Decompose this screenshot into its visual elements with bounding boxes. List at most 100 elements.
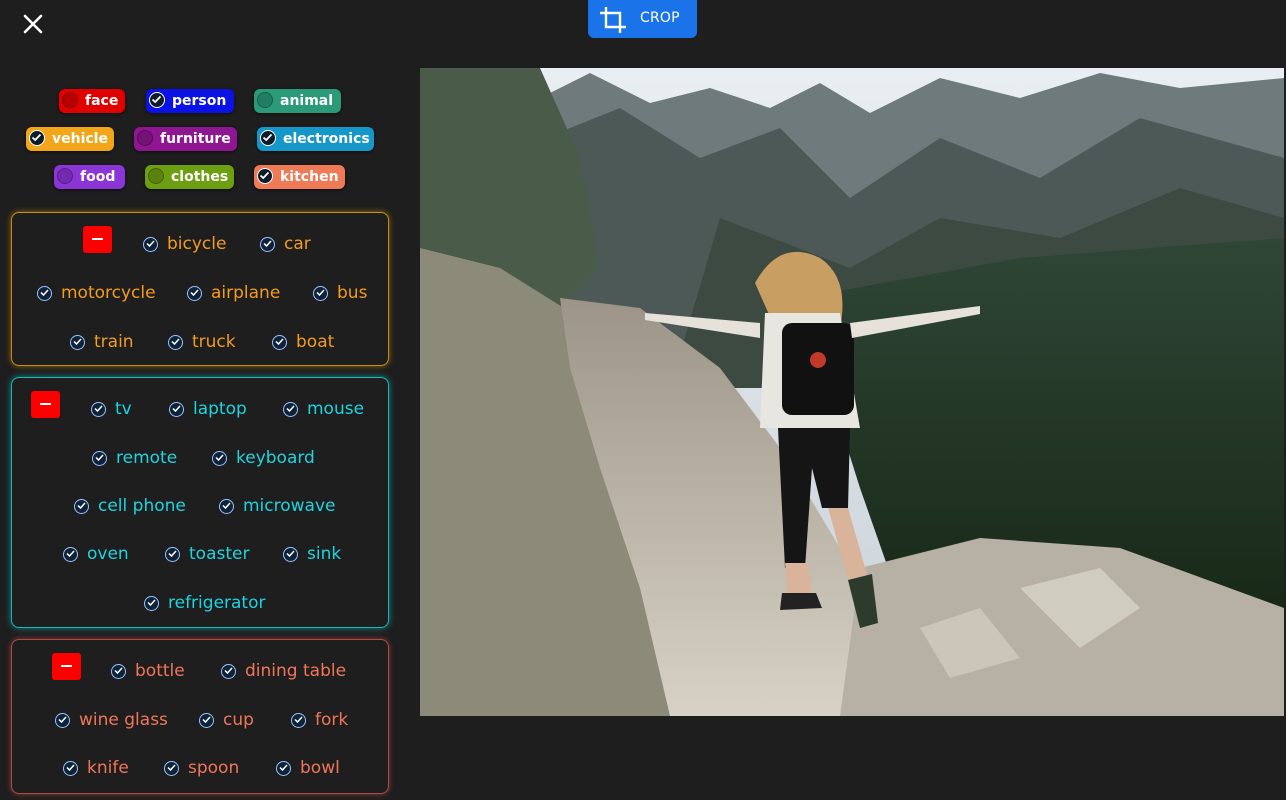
item-label: spoon <box>188 758 240 778</box>
check-icon <box>164 760 179 776</box>
item-label: car <box>284 234 311 254</box>
chip-label: clothes <box>171 169 229 185</box>
photo-preview[interactable] <box>420 68 1284 716</box>
check-icon <box>276 760 291 776</box>
chip-electronics[interactable]: electronics <box>257 127 374 151</box>
remove-kitchen-group-button[interactable] <box>52 653 81 680</box>
check-icon <box>168 334 183 350</box>
item-mouse[interactable]: mouse <box>283 399 364 419</box>
chip-dot <box>62 92 78 108</box>
item-label: microwave <box>243 496 336 516</box>
check-icon <box>91 401 106 417</box>
check-icon <box>260 130 276 146</box>
item-toaster[interactable]: toaster <box>165 544 249 564</box>
item-bus[interactable]: bus <box>313 283 367 303</box>
chip-furniture[interactable]: furniture <box>134 127 237 151</box>
check-icon <box>283 401 298 417</box>
item-label: keyboard <box>236 448 315 468</box>
item-truck[interactable]: truck <box>168 332 236 352</box>
item-laptop[interactable]: laptop <box>169 399 247 419</box>
item-label: toaster <box>189 544 250 564</box>
chip-vehicle[interactable]: vehicle <box>26 127 114 151</box>
item-bowl[interactable]: bowl <box>276 758 340 778</box>
check-icon <box>283 546 298 562</box>
check-icon <box>149 92 165 108</box>
remove-electronics-group-button[interactable] <box>31 391 60 418</box>
remove-vehicle-group-button[interactable] <box>83 226 112 253</box>
item-label: refrigerator <box>168 593 266 613</box>
item-fork[interactable]: fork <box>291 710 348 730</box>
item-bottle[interactable]: bottle <box>111 661 185 681</box>
chip-dot <box>148 168 164 184</box>
check-icon <box>74 498 89 514</box>
item-boat[interactable]: boat <box>272 332 334 352</box>
item-bicycle[interactable]: bicycle <box>143 234 226 254</box>
item-wine-glass[interactable]: wine glass <box>55 710 168 730</box>
item-label: truck <box>192 332 236 352</box>
chip-clothes[interactable]: clothes <box>145 165 234 189</box>
item-label: dining table <box>245 661 347 681</box>
check-icon <box>29 130 45 146</box>
item-label: boat <box>296 332 335 352</box>
item-cup[interactable]: cup <box>199 710 254 730</box>
item-label: train <box>94 332 134 352</box>
crop-button[interactable]: CROP <box>588 0 697 38</box>
item-label: bus <box>337 283 368 303</box>
item-spoon[interactable]: spoon <box>164 758 239 778</box>
electronics-group-panel: tv laptop mouse remote keyboard cell pho… <box>11 377 389 628</box>
check-icon <box>143 236 158 252</box>
crop-icon <box>600 7 626 33</box>
item-airplane[interactable]: airplane <box>187 283 280 303</box>
chip-person[interactable]: person <box>146 89 234 113</box>
check-icon <box>70 334 85 350</box>
chip-dot <box>137 130 153 146</box>
app-root: CROP face person animal vehicle furnitur… <box>0 0 1286 800</box>
chip-label: face <box>85 93 119 109</box>
item-oven[interactable]: oven <box>63 544 129 564</box>
item-sink[interactable]: sink <box>283 544 341 564</box>
item-knife[interactable]: knife <box>63 758 129 778</box>
check-icon <box>257 168 273 184</box>
check-icon <box>144 595 159 611</box>
chip-food[interactable]: food <box>54 165 125 189</box>
item-label: mouse <box>307 399 365 419</box>
item-tv[interactable]: tv <box>91 399 132 419</box>
chip-label: electronics <box>283 131 370 147</box>
chip-dot <box>257 92 273 108</box>
item-label: oven <box>87 544 129 564</box>
item-motorcycle[interactable]: motorcycle <box>37 283 156 303</box>
item-cell-phone[interactable]: cell phone <box>74 496 186 516</box>
item-train[interactable]: train <box>70 332 134 352</box>
item-microwave[interactable]: microwave <box>219 496 336 516</box>
check-icon <box>187 285 202 301</box>
chip-label: furniture <box>160 131 231 147</box>
chip-face[interactable]: face <box>59 89 125 113</box>
item-dining-table[interactable]: dining table <box>221 661 346 681</box>
chip-animal[interactable]: animal <box>254 89 341 113</box>
item-remote[interactable]: remote <box>92 448 177 468</box>
item-label: knife <box>87 758 129 778</box>
item-label: bowl <box>300 758 340 778</box>
item-refrigerator[interactable]: refrigerator <box>144 593 265 613</box>
chip-label: kitchen <box>280 169 339 185</box>
check-icon <box>313 285 328 301</box>
chip-label: animal <box>280 93 334 109</box>
chip-label: vehicle <box>52 131 108 147</box>
chip-label: person <box>172 93 227 109</box>
kitchen-group-panel: bottle dining table wine glass cup fork … <box>11 639 389 794</box>
chip-kitchen[interactable]: kitchen <box>254 165 345 189</box>
item-car[interactable]: car <box>260 234 311 254</box>
item-label: bicycle <box>167 234 227 254</box>
check-icon <box>92 450 107 466</box>
mountain-hiker-photo <box>420 68 1284 716</box>
item-keyboard[interactable]: keyboard <box>212 448 315 468</box>
vehicle-group-panel: bicycle car motorcycle airplane bus trai… <box>11 212 389 366</box>
close-icon <box>23 14 43 34</box>
item-label: bottle <box>135 661 185 681</box>
check-icon <box>111 663 126 679</box>
close-button[interactable] <box>20 11 46 37</box>
item-label: tv <box>115 399 132 419</box>
check-icon <box>291 712 306 728</box>
item-label: cell phone <box>98 496 186 516</box>
check-icon <box>37 285 52 301</box>
